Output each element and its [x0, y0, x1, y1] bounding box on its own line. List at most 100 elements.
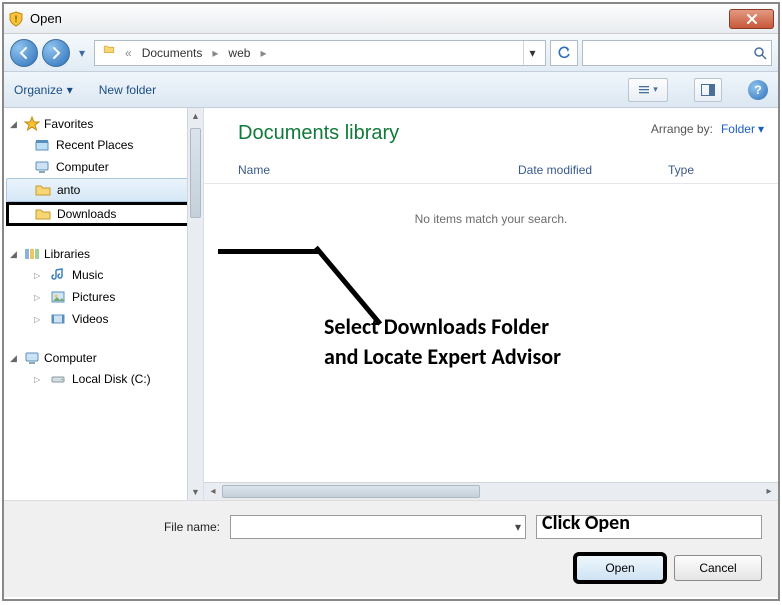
filename-combobox[interactable]: ▾ — [230, 515, 526, 539]
tree-label: Pictures — [72, 290, 115, 304]
star-icon — [24, 116, 40, 132]
tree-item-music[interactable]: ▷ Music — [4, 264, 203, 286]
tree-item-downloads[interactable]: Downloads — [6, 202, 201, 226]
filename-row: File name: ▾ — [20, 515, 762, 539]
annotation-line-h — [218, 249, 318, 254]
file-list-pane: Documents library Arrange by: Folder ▾ N… — [204, 108, 778, 500]
chevron-down-icon: ▾ — [653, 84, 658, 95]
forward-button[interactable] — [42, 39, 70, 67]
tree-item-local-disk[interactable]: ▷ Local Disk (C:) — [4, 368, 203, 390]
pictures-icon — [50, 289, 66, 305]
folder-icon — [35, 206, 51, 222]
folder-tree: ◢ Favorites Recent Places Computer — [4, 110, 203, 412]
scroll-up-icon[interactable]: ▲ — [188, 108, 203, 124]
back-button[interactable] — [10, 39, 38, 67]
recent-places-icon — [34, 137, 50, 153]
empty-state: No items match your search. — [204, 184, 778, 254]
shield-icon: ! — [8, 11, 24, 27]
scroll-down-icon[interactable]: ▼ — [188, 484, 203, 500]
tree-label: anto — [57, 183, 80, 197]
drive-icon — [50, 371, 66, 387]
tree-item-recent-places[interactable]: Recent Places — [4, 134, 203, 156]
toolbar: Organize ▾ New folder ▾ ? — [4, 72, 778, 108]
cancel-button[interactable]: Cancel — [674, 555, 762, 581]
tree-item-anto[interactable]: anto — [6, 178, 201, 202]
view-options-button[interactable]: ▾ — [628, 78, 668, 102]
arrange-label: Arrange by: — [651, 122, 713, 136]
button-row: Open Cancel — [20, 555, 762, 581]
tree-label: Local Disk (C:) — [72, 372, 151, 386]
library-header: Documents library Arrange by: Folder ▾ — [204, 108, 778, 153]
filename-input[interactable] — [235, 520, 515, 535]
bottom-bar: File name: ▾ Open Cancel — [4, 500, 778, 597]
breadcrumb-separator: ▸ — [256, 46, 270, 60]
close-button[interactable] — [729, 9, 774, 29]
nav-history-dropdown[interactable]: ▾ — [74, 39, 90, 67]
tree-item-videos[interactable]: ▷ Videos — [4, 308, 203, 330]
favorites-group: ◢ Favorites Recent Places Computer — [4, 114, 203, 226]
chevron-down-icon[interactable]: ▾ — [515, 520, 521, 534]
arrange-by: Arrange by: Folder ▾ — [651, 122, 764, 136]
open-dialog: ! Open ▾ « Documents ▸ web ▸ ▾ — [2, 2, 780, 601]
libraries-group: ◢ Libraries ▷ Music ▷ Pictures — [4, 244, 203, 330]
navpane-scrollbar[interactable]: ▲ ▼ — [187, 108, 203, 500]
annotation-text: Select Downloads Folder and Locate Exper… — [324, 312, 561, 371]
column-headers: Name Date modified Type — [204, 153, 778, 184]
expand-icon: ▷ — [34, 375, 44, 384]
help-button[interactable]: ? — [748, 80, 768, 100]
collapse-icon: ◢ — [10, 249, 20, 260]
dialog-body: ◢ Favorites Recent Places Computer — [4, 108, 778, 500]
titlebar: ! Open — [4, 4, 778, 34]
preview-pane-button[interactable] — [694, 78, 722, 102]
search-input[interactable] — [587, 46, 753, 60]
column-name[interactable]: Name — [238, 163, 518, 177]
tree-item-computer-fav[interactable]: Computer — [4, 156, 203, 178]
tree-label: Computer — [56, 160, 109, 174]
navigation-pane: ◢ Favorites Recent Places Computer — [4, 108, 204, 500]
libraries-icon — [24, 246, 40, 262]
annotation-click-open: Click Open — [542, 511, 630, 535]
breadcrumb-bar[interactable]: « Documents ▸ web ▸ ▾ — [94, 40, 546, 66]
breadcrumb-separator: ▸ — [208, 46, 222, 60]
open-button[interactable]: Open — [576, 555, 664, 581]
breadcrumb-prefix: « — [121, 46, 136, 60]
tree-label: Recent Places — [56, 138, 133, 152]
scrollbar-thumb[interactable] — [190, 128, 201, 218]
libraries-header[interactable]: ◢ Libraries — [4, 244, 203, 264]
column-date[interactable]: Date modified — [518, 163, 668, 177]
breadcrumb-dropdown[interactable]: ▾ — [523, 41, 541, 65]
tree-label: Videos — [72, 312, 108, 326]
scrollbar-thumb[interactable] — [222, 485, 480, 498]
tree-label: Downloads — [57, 207, 116, 221]
videos-icon — [50, 311, 66, 327]
folder-icon — [99, 43, 119, 63]
tree-label: Music — [72, 268, 103, 282]
breadcrumb-item[interactable]: Documents — [138, 46, 207, 60]
favorites-header[interactable]: ◢ Favorites — [4, 114, 203, 134]
refresh-button[interactable] — [550, 40, 578, 66]
music-icon — [50, 267, 66, 283]
collapse-icon: ◢ — [10, 353, 20, 364]
search-icon — [753, 46, 767, 60]
navigation-bar: ▾ « Documents ▸ web ▸ ▾ — [4, 34, 778, 72]
computer-icon — [24, 350, 40, 366]
breadcrumb-item[interactable]: web — [224, 46, 254, 60]
arrange-dropdown[interactable]: Folder ▾ — [721, 122, 764, 136]
library-title: Documents library — [238, 122, 399, 145]
window-title: Open — [30, 11, 729, 26]
organize-menu[interactable]: Organize ▾ — [14, 83, 73, 97]
scroll-left-icon[interactable]: ◂ — [204, 483, 222, 500]
tree-label: Favorites — [44, 117, 93, 131]
main-horizontal-scrollbar[interactable]: ◂ ▸ — [204, 482, 778, 500]
expand-icon: ▷ — [34, 293, 44, 302]
computer-group: ◢ Computer ▷ Local Disk (C:) — [4, 348, 203, 390]
computer-header[interactable]: ◢ Computer — [4, 348, 203, 368]
svg-text:!: ! — [15, 14, 18, 24]
column-type[interactable]: Type — [668, 163, 764, 177]
scroll-right-icon[interactable]: ▸ — [760, 483, 778, 500]
chevron-down-icon: ▾ — [67, 83, 73, 97]
search-box[interactable] — [582, 40, 772, 66]
tree-item-pictures[interactable]: ▷ Pictures — [4, 286, 203, 308]
new-folder-button[interactable]: New folder — [99, 83, 156, 97]
expand-icon: ▷ — [34, 271, 44, 280]
